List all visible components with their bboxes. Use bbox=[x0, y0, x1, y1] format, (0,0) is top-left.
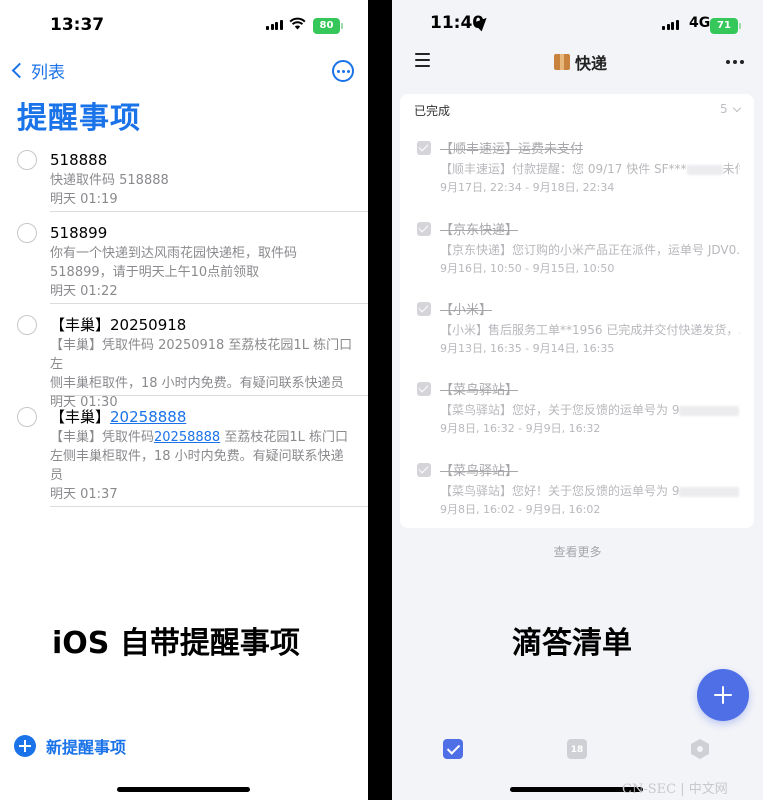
redacted-blur bbox=[679, 486, 740, 497]
reminder-item[interactable]: 【丰巢】20258888 【丰巢】凭取件码20258888 至荔枝花园1L 栋门… bbox=[0, 396, 368, 506]
completed-count: 5 bbox=[720, 102, 728, 116]
list-title: 快递 bbox=[554, 50, 607, 74]
task-title: 【小米】 bbox=[440, 303, 493, 318]
reminder-due: 明天 01:37 bbox=[50, 487, 118, 502]
more-options-icon[interactable] bbox=[726, 60, 744, 64]
task-date: 9月8日, 16:02 - 9月9日, 16:02 bbox=[440, 503, 601, 516]
checked-checkbox[interactable] bbox=[417, 302, 431, 316]
reminder-title: 518888 bbox=[50, 151, 108, 169]
task-date: 9月13日, 16:35 - 9月14日, 16:35 bbox=[440, 342, 615, 355]
ios-reminders-screen: 13:37 80 列表 提醒事项 518888 快递取件码 518888 明天 … bbox=[0, 0, 368, 800]
reminder-note-line: 侧丰巢柜取件，18 小时内免费。有疑问联系快递员 bbox=[50, 376, 344, 391]
tab-settings-icon[interactable] bbox=[691, 739, 709, 759]
task-note: 【菜鸟驿站】您好！关于您反馈的运单号为 9... bbox=[440, 482, 740, 499]
reminder-note-line: 左侧丰巢柜取件，18 小时内免费。有疑问联系快递 bbox=[50, 449, 344, 464]
task-title: 【京东快递】 bbox=[440, 223, 519, 238]
task-note: 【菜鸟驿站】您好，关于您反馈的运单号为 9... bbox=[440, 401, 740, 418]
status-time: 13:37 bbox=[50, 15, 105, 35]
status-bar: 13:37 80 bbox=[0, 0, 368, 48]
reminder-title: 【丰巢】20250918 bbox=[50, 316, 187, 334]
back-label: 列表 bbox=[31, 63, 65, 83]
reminder-item[interactable]: 518888 快递取件码 518888 明天 01:19 bbox=[0, 145, 368, 211]
ticktick-screen: 11:40 4G 71 快递 已完成 5 【顺丰速运】运费未支付 【顺丰速运】付… bbox=[392, 0, 763, 800]
task-note-text: 【顺丰速运】付款提醒：您 09/17 快件 SF*** bbox=[440, 162, 687, 176]
task-title: 【菜鸟驿站】 bbox=[440, 383, 519, 398]
task-title: 【顺丰速运】运费未支付 bbox=[440, 142, 584, 157]
task-note-text: 【菜鸟驿站】您好，关于您反馈的运单号为 9 bbox=[440, 403, 680, 417]
reminder-note-line: 员 bbox=[50, 468, 64, 483]
battery-icon: 71 bbox=[710, 18, 738, 34]
reminder-note: 快递取件码 518888 bbox=[50, 173, 169, 188]
pickup-code-link[interactable]: 20258888 bbox=[154, 430, 220, 445]
new-reminder-label: 新提醒事项 bbox=[46, 738, 127, 757]
note-prefix: 【丰巢】凭取件码 bbox=[50, 430, 155, 445]
complete-checkbox[interactable] bbox=[17, 407, 37, 427]
battery-cap bbox=[341, 23, 343, 29]
back-button[interactable]: 列表 bbox=[10, 58, 65, 83]
completed-section: 已完成 5 【顺丰速运】运费未支付 【顺丰速运】付款提醒：您 09/17 快件 … bbox=[400, 94, 754, 528]
reminder-title: 518899 bbox=[50, 224, 108, 242]
new-reminder-button[interactable]: 新提醒事项 bbox=[14, 734, 126, 758]
signal-icon bbox=[662, 20, 679, 30]
package-icon bbox=[554, 54, 570, 70]
page-title: 提醒事项 bbox=[17, 101, 141, 136]
reminder-note-line: 你有一个快递到达风雨花园快递柜，取件码 bbox=[50, 246, 298, 261]
plus-circle-icon bbox=[14, 735, 36, 757]
redacted-blur bbox=[686, 164, 723, 175]
complete-checkbox[interactable] bbox=[17, 315, 37, 335]
watermark: CN-SEC | 中文网 bbox=[622, 782, 728, 797]
checked-checkbox[interactable] bbox=[417, 222, 431, 236]
task-note-end: ... bbox=[739, 403, 740, 417]
reminder-note-line: 【丰巢】凭取件码 20250918 至荔枝花园1L 栋门口左 bbox=[50, 338, 353, 372]
reminder-note-line: 【丰巢】凭取件码20258888 至荔枝花园1L 栋门口 bbox=[50, 428, 368, 447]
pickup-code-link[interactable]: 20258888 bbox=[110, 408, 186, 426]
divider bbox=[50, 506, 368, 507]
task-date: 9月8日, 16:32 - 9月9日, 16:32 bbox=[440, 422, 601, 435]
checked-checkbox[interactable] bbox=[417, 463, 431, 477]
redacted-blur bbox=[679, 405, 740, 416]
task-note: 【京东快递】您订购的小米产品正在派件，运单号 JDV0... bbox=[440, 243, 740, 257]
reminder-due: 明天 01:19 bbox=[50, 192, 118, 207]
right-caption: 滴答清单 bbox=[512, 626, 632, 661]
more-options-icon[interactable] bbox=[332, 60, 354, 82]
tab-tasks-icon[interactable] bbox=[443, 739, 463, 759]
task-title: 【菜鸟驿站】 bbox=[440, 464, 519, 479]
checked-checkbox[interactable] bbox=[417, 382, 431, 396]
task-note-text: 【菜鸟驿站】您好！关于您反馈的运单号为 9 bbox=[440, 484, 680, 498]
complete-checkbox[interactable] bbox=[17, 150, 37, 170]
task-date: 9月16日, 10:50 - 9月15日, 10:50 bbox=[440, 262, 615, 275]
task-date: 9月17日, 22:34 - 9月18日, 22:34 bbox=[440, 181, 615, 194]
task-note-end: 未付... bbox=[722, 162, 740, 176]
note-rest: 至荔枝花园1L 栋门口 bbox=[220, 430, 348, 445]
task-note-end: ... bbox=[739, 484, 740, 498]
left-caption: iOS 自带提醒事项 bbox=[52, 626, 300, 661]
network-type: 4G bbox=[689, 15, 711, 31]
task-note: 【小米】售后服务工单**1956 已完成并交付快递发货，... bbox=[440, 323, 740, 337]
reminder-note-line: 518899，请于明天上午10点前领取 bbox=[50, 265, 260, 280]
completed-count-toggle[interactable]: 5 bbox=[720, 102, 741, 116]
task-note: 【顺丰速运】付款提醒：您 09/17 快件 SF*** 未付... bbox=[440, 160, 740, 177]
reminder-list: 518888 快递取件码 518888 明天 01:19 518899 你有一个… bbox=[0, 145, 368, 507]
reminder-title-prefix: 【丰巢】 bbox=[50, 408, 111, 426]
battery-cap bbox=[739, 23, 741, 29]
checked-checkbox[interactable] bbox=[417, 141, 431, 155]
chevron-down-icon bbox=[732, 103, 741, 112]
see-more-link[interactable]: 查看更多 bbox=[392, 543, 763, 560]
chevron-left-icon bbox=[11, 62, 28, 79]
signal-icon bbox=[266, 20, 283, 30]
completed-header: 已完成 bbox=[414, 104, 451, 118]
home-indicator[interactable] bbox=[117, 787, 250, 792]
add-task-button[interactable] bbox=[697, 669, 749, 721]
reminder-due: 明天 01:22 bbox=[50, 284, 118, 299]
menu-icon[interactable] bbox=[415, 53, 430, 71]
list-title-text: 快递 bbox=[575, 54, 608, 73]
complete-checkbox[interactable] bbox=[17, 223, 37, 243]
battery-icon: 80 bbox=[313, 18, 340, 34]
wifi-icon bbox=[289, 17, 306, 30]
reminder-item[interactable]: 【丰巢】20250918 【丰巢】凭取件码 20250918 至荔枝花园1L 栋… bbox=[0, 304, 368, 410]
tab-calendar-icon[interactable]: 18 bbox=[567, 739, 587, 759]
reminder-item[interactable]: 518899 你有一个快递到达风雨花园快递柜，取件码 518899，请于明天上午… bbox=[0, 212, 368, 303]
reminder-title: 【丰巢】20258888 bbox=[50, 406, 368, 428]
nav-bar: 列表 bbox=[0, 56, 368, 86]
